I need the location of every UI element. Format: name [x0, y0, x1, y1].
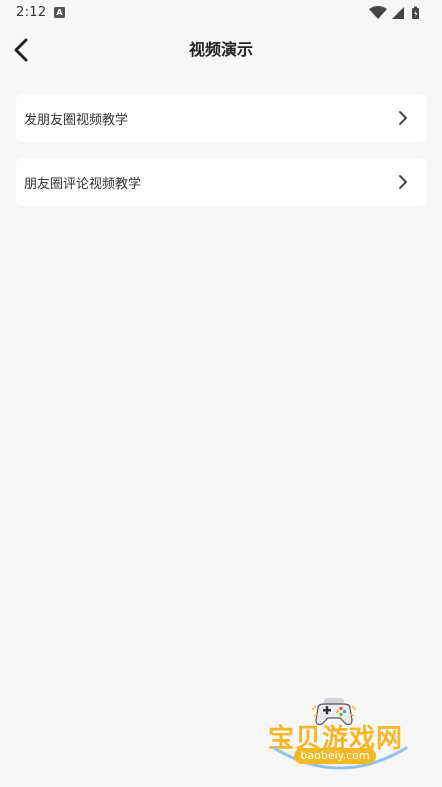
- menu-item-label: 朋友圈评论视频教学: [24, 177, 142, 192]
- page-title: 视频演示: [188, 40, 253, 59]
- chevron-right-icon: [399, 175, 407, 189]
- menu-item-post-moments-tutorial[interactable]: 发朋友圈视频教学: [16, 94, 426, 142]
- notification-a-icon: A: [54, 7, 65, 18]
- chevron-right-icon: [399, 111, 407, 125]
- wifi-icon: [369, 6, 387, 19]
- watermark: 宝贝游戏网 baobeiy.com: [264, 692, 414, 778]
- watermark-url: baobeiy.com: [294, 748, 376, 764]
- header: 视频演示: [0, 26, 442, 70]
- status-time: 2:12: [16, 5, 47, 20]
- menu-item-comment-moments-tutorial[interactable]: 朋友圈评论视频教学: [16, 158, 426, 206]
- battery-icon: [412, 6, 419, 19]
- status-bar: 2:12 A: [0, 0, 442, 26]
- menu-item-label: 发朋友圈视频教学: [24, 113, 129, 128]
- status-icons: [368, 5, 428, 21]
- signal-icon: [392, 7, 404, 19]
